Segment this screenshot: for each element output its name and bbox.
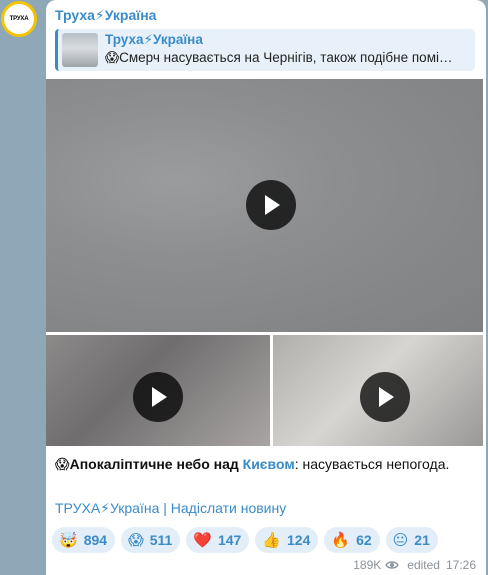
reply-text: 😱Смерч насувається на Чернігів, також по…	[105, 50, 453, 65]
reaction-heart[interactable]: ❤️ 147	[186, 527, 250, 553]
submit-news-link[interactable]: ТРУХА⚡Україна | Надіслати новину	[55, 500, 286, 517]
caption-link-kyiv[interactable]: Києвом	[243, 456, 295, 472]
fire-icon: 🔥	[331, 531, 351, 549]
reaction-neutral-face[interactable]: 😐 21	[385, 527, 438, 553]
reaction-scream[interactable]: 😱 511	[121, 527, 181, 553]
eye-icon	[385, 561, 400, 569]
message-caption: 😱Апокаліптичне небо над Києвом: насуваєт…	[55, 456, 449, 473]
play-icon[interactable]	[360, 372, 410, 422]
play-icon[interactable]	[246, 180, 296, 230]
reaction-thumbs-up[interactable]: 👍 124	[255, 527, 319, 553]
reaction-count: 21	[414, 532, 430, 548]
reaction-count: 511	[149, 532, 173, 548]
message-meta: 189K edited 17:26	[353, 558, 476, 572]
reactions-bar: 🤯 894 😱 511 ❤️ 147 👍 124 🔥 62 😐 21	[52, 527, 438, 553]
video-thumbnail-2[interactable]	[46, 335, 270, 446]
play-icon[interactable]	[133, 372, 183, 422]
reply-thumbnail	[62, 33, 98, 67]
caption-rest-text: : насувається непогода.	[294, 456, 450, 472]
reaction-exploding-head[interactable]: 🤯 894	[52, 527, 116, 553]
reaction-count: 62	[356, 532, 372, 548]
video-thumbnail-3[interactable]	[273, 335, 483, 446]
caption-emoji: 😱	[55, 456, 70, 472]
edited-label: edited	[407, 558, 440, 572]
sender-name[interactable]: Труха⚡Україна	[55, 7, 156, 24]
message-bubble: Труха⚡Україна Труха⚡Україна 😱Смерч насув…	[46, 0, 486, 575]
channel-avatar[interactable]: ТРУХА	[1, 1, 37, 37]
neutral-face-icon: 😐	[392, 531, 409, 549]
exploding-head-icon: 🤯	[59, 531, 78, 549]
video-thumbnail-1[interactable]	[46, 79, 483, 332]
channel-avatar-logo: ТРУХА	[4, 4, 34, 34]
thumbs-up-icon: 👍	[262, 531, 282, 549]
reaction-count: 147	[217, 532, 242, 548]
caption-bold-text: Апокаліптичне небо над	[69, 456, 243, 472]
message-time: 17:26	[445, 558, 476, 572]
reply-sender-name: Труха⚡Україна	[105, 32, 203, 47]
heart-icon: ❤️	[193, 531, 212, 549]
reaction-count: 124	[287, 532, 311, 548]
reaction-fire[interactable]: 🔥 62	[324, 527, 380, 553]
scream-icon: 😱	[128, 531, 144, 549]
reaction-count: 894	[83, 532, 108, 548]
view-count: 189K	[353, 558, 382, 572]
reply-preview[interactable]: Труха⚡Україна 😱Смерч насувається на Черн…	[55, 29, 475, 71]
